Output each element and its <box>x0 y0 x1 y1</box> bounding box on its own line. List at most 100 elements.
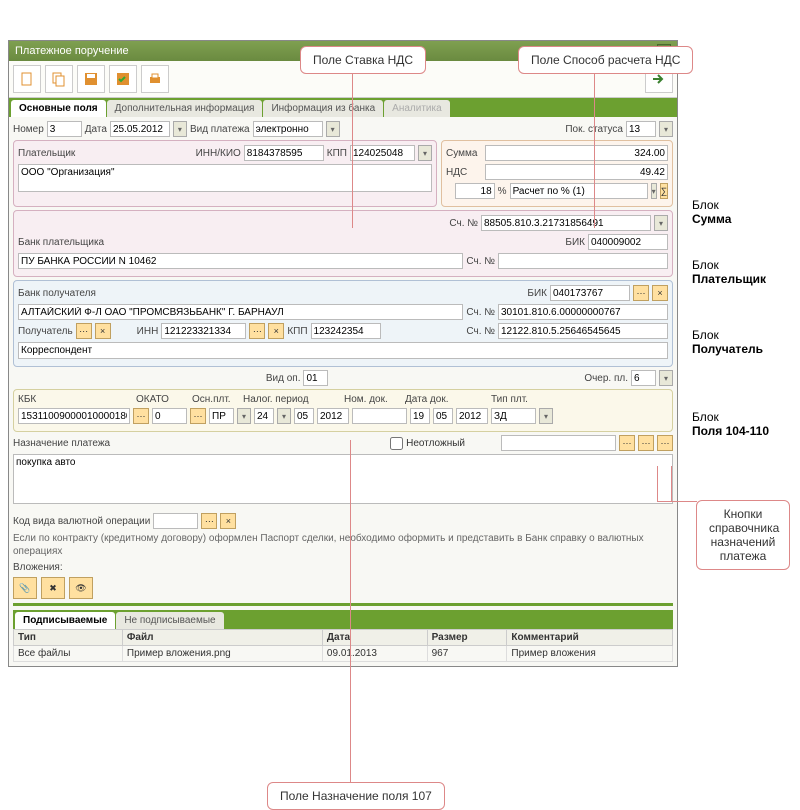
tab-analytics: Аналитика <box>384 100 450 117</box>
nds-calc-picker-icon[interactable]: ▾ <box>651 183 657 199</box>
okato-ref-button[interactable]: ⋯ <box>190 408 206 424</box>
payee-bank-input[interactable] <box>18 304 463 320</box>
save-button[interactable] <box>77 65 105 93</box>
new-button[interactable] <box>13 65 41 93</box>
payer-acc-input[interactable] <box>481 215 651 231</box>
type-input[interactable] <box>491 408 536 424</box>
attachments-label: Вложения: <box>13 562 63 573</box>
tab-extra[interactable]: Дополнительная информация <box>107 100 263 117</box>
col-comment[interactable]: Комментарий <box>507 630 673 646</box>
doc-input[interactable] <box>352 408 407 424</box>
inn-label: ИНН/КИО <box>196 148 241 159</box>
period-y-input[interactable] <box>317 408 349 424</box>
payee-inn-clear-button[interactable]: × <box>268 323 284 339</box>
currency-code-input[interactable] <box>153 513 198 529</box>
tab-signed[interactable]: Подписываемые <box>15 612 115 629</box>
payer-bank-label: Банк плательщика <box>18 237 104 248</box>
payee-clear-button[interactable]: × <box>95 323 111 339</box>
side-label-payer: БлокПлательщик <box>692 258 766 286</box>
payee-bik-input[interactable] <box>550 285 630 301</box>
col-date[interactable]: Дата <box>322 630 427 646</box>
purpose-ref2-button[interactable]: ⋯ <box>638 435 654 451</box>
queue-input[interactable] <box>631 370 656 386</box>
urgent-checkbox[interactable]: Неотложный <box>390 437 465 450</box>
col-type[interactable]: Тип <box>14 630 123 646</box>
side-label-payee: БлокПолучатель <box>692 328 763 356</box>
purpose-textarea[interactable]: покупка авто <box>13 454 673 504</box>
sum-block: Сумма НДС % ▾ ∑ <box>441 140 673 207</box>
period-d-picker-icon[interactable]: ▾ <box>277 408 291 424</box>
copy-button[interactable] <box>45 65 73 93</box>
okato-label: ОКАТО <box>136 394 186 405</box>
nds-calc-input[interactable] <box>510 183 648 199</box>
osn-picker-icon[interactable]: ▾ <box>237 408 251 424</box>
attach-view-button[interactable]: 👁 <box>69 577 93 599</box>
sum-input[interactable] <box>485 145 668 161</box>
payee-bik-ref-button[interactable]: ⋯ <box>633 285 649 301</box>
sum-label: Сумма <box>446 148 482 159</box>
fields-104-110-block: КБК ОКАТО Осн.плт. Налог. период Ном. до… <box>13 389 673 432</box>
period-m-input[interactable] <box>294 408 314 424</box>
kind-input[interactable] <box>253 121 323 137</box>
payer-kpp-input[interactable] <box>350 145 415 161</box>
table-row[interactable]: Все файлы Пример вложения.png 09.01.2013… <box>14 646 673 662</box>
payee-inn-input[interactable] <box>161 323 246 339</box>
osn-input[interactable] <box>209 408 234 424</box>
currency-ref-button[interactable]: ⋯ <box>201 513 217 529</box>
tab-unsigned[interactable]: Не подписываемые <box>116 612 223 629</box>
date-input[interactable] <box>110 121 170 137</box>
payer-acc2-label: Сч. № <box>466 256 495 267</box>
okato-input[interactable] <box>152 408 187 424</box>
callout-line <box>352 70 353 228</box>
payer-org-textarea[interactable]: ООО "Организация" <box>18 164 432 192</box>
payer-bik-input[interactable] <box>588 234 668 250</box>
kpp-label: КПП <box>327 148 347 159</box>
status-input[interactable] <box>626 121 656 137</box>
kbk-ref-button[interactable]: ⋯ <box>133 408 149 424</box>
attach-add-button[interactable]: 📎 <box>13 577 37 599</box>
payee-acc2-input[interactable] <box>498 323 668 339</box>
attach-remove-button[interactable]: ✖ <box>41 577 65 599</box>
payee-inn-ref-button[interactable]: ⋯ <box>249 323 265 339</box>
payer-bank-input <box>18 253 463 269</box>
status-picker-icon[interactable]: ▾ <box>659 121 673 137</box>
op-kind-label: Вид оп. <box>266 373 301 384</box>
docdate-d-input[interactable] <box>410 408 430 424</box>
docdate-m-input[interactable] <box>433 408 453 424</box>
payee-corr-textarea[interactable]: Корреспондент <box>18 342 668 359</box>
date-picker-icon[interactable]: ▾ <box>173 121 187 137</box>
print-button[interactable] <box>141 65 169 93</box>
number-input[interactable] <box>47 121 82 137</box>
payee-acc-input[interactable] <box>498 304 668 320</box>
op-kind-input[interactable] <box>303 370 328 386</box>
nds-calc-button[interactable]: ∑ <box>660 183 668 199</box>
payer-acc-picker-icon[interactable]: ▾ <box>654 215 668 231</box>
kind-picker-icon[interactable]: ▾ <box>326 121 340 137</box>
callout-purpose-buttons: Кнопки справочника назначений платежа <box>696 500 790 570</box>
callout-line <box>657 501 697 502</box>
tab-main[interactable]: Основные поля <box>11 100 106 117</box>
queue-picker-icon[interactable]: ▾ <box>659 370 673 386</box>
docdate-y-input[interactable] <box>456 408 488 424</box>
payee-ref-button[interactable]: ⋯ <box>76 323 92 339</box>
docdate-label: Дата док. <box>405 394 485 405</box>
purpose-ref1-button[interactable]: ⋯ <box>619 435 635 451</box>
type-picker-icon[interactable]: ▾ <box>539 408 553 424</box>
period-d-input[interactable] <box>254 408 274 424</box>
payee-kpp-input[interactable] <box>311 323 381 339</box>
kpp-picker-icon[interactable]: ▾ <box>418 145 432 161</box>
callout-line <box>594 70 595 228</box>
col-size[interactable]: Размер <box>427 630 507 646</box>
tab-bank[interactable]: Информация из банка <box>263 100 383 117</box>
payer-acc-label: Сч. № <box>449 218 478 229</box>
currency-clear-button[interactable]: × <box>220 513 236 529</box>
payer-inn-input[interactable] <box>244 145 324 161</box>
col-file[interactable]: Файл <box>122 630 322 646</box>
save-check-button[interactable] <box>109 65 137 93</box>
nds-rate-input[interactable] <box>455 183 495 199</box>
kbk-input[interactable] <box>18 408 130 424</box>
purpose-ref3-button[interactable]: ⋯ <box>657 435 673 451</box>
attachments-grid: Тип Файл Дата Размер Комментарий Все фай… <box>13 629 673 662</box>
payee-bik-clear-button[interactable]: × <box>652 285 668 301</box>
callout-vat-calc: Поле Способ расчета НДС <box>518 46 693 74</box>
